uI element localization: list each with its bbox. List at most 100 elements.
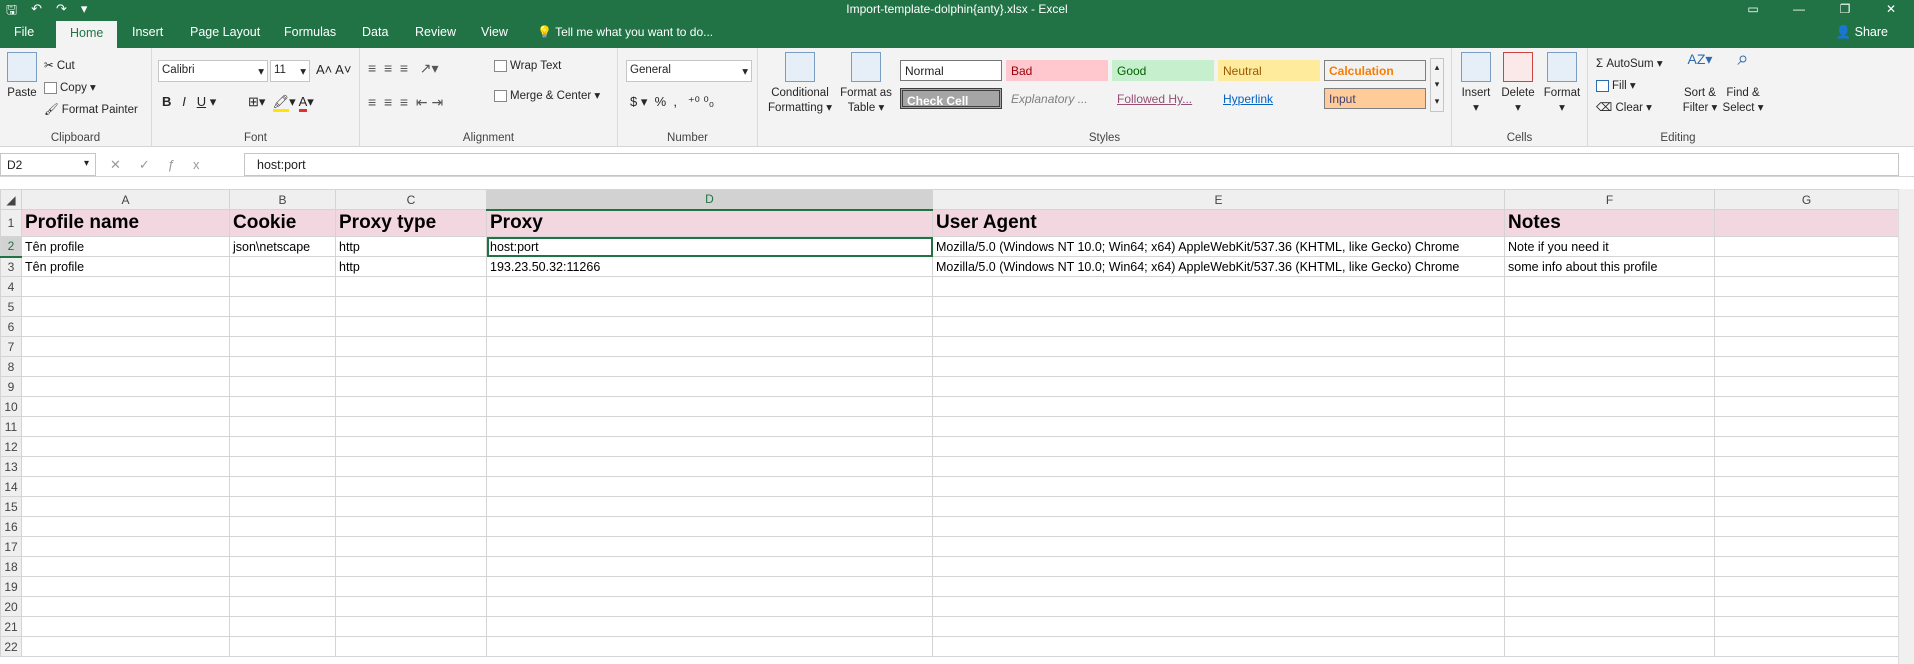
style-hyperlink[interactable]: Hyperlink: [1218, 88, 1320, 109]
copy-button[interactable]: Copy ▾: [44, 80, 96, 94]
cell[interactable]: [486, 436, 933, 457]
restore-icon[interactable]: ❐: [1822, 0, 1868, 18]
cell[interactable]: [486, 596, 933, 617]
row-header[interactable]: 12: [0, 436, 22, 457]
tab-file[interactable]: File: [14, 25, 34, 39]
cell[interactable]: [21, 276, 230, 297]
cell[interactable]: [1504, 436, 1715, 457]
select-all-corner[interactable]: ◢: [0, 189, 22, 210]
cell[interactable]: [335, 396, 487, 417]
format-cells-button[interactable]: Format ▾: [1540, 52, 1584, 116]
minimize-icon[interactable]: —: [1776, 0, 1822, 18]
cell[interactable]: [932, 376, 1505, 397]
tab-review[interactable]: Review: [415, 25, 456, 39]
cell[interactable]: Proxy: [486, 209, 933, 237]
cell[interactable]: [1714, 536, 1899, 557]
cell[interactable]: [1504, 276, 1715, 297]
cell[interactable]: [229, 416, 336, 437]
row-header[interactable]: 21: [0, 616, 22, 637]
format-as-table-button[interactable]: Format as Table ▾: [838, 52, 894, 116]
font-name-select[interactable]: Calibri ▾: [158, 60, 268, 82]
cell[interactable]: [1714, 516, 1899, 537]
row-header[interactable]: 14: [0, 476, 22, 497]
cell[interactable]: [1714, 416, 1899, 437]
cell[interactable]: [335, 296, 487, 317]
tab-formulas[interactable]: Formulas: [284, 25, 336, 39]
formula-buttons-icon[interactable]: ✕✓ƒx: [110, 157, 218, 173]
cell[interactable]: [335, 276, 487, 297]
cell[interactable]: [1504, 576, 1715, 597]
merge-center-button[interactable]: Merge & Center ▾: [494, 88, 600, 102]
cell[interactable]: [486, 576, 933, 597]
row-header[interactable]: 1: [0, 209, 22, 237]
cell[interactable]: Proxy type: [335, 209, 487, 237]
cell[interactable]: [229, 596, 336, 617]
cell[interactable]: [335, 456, 487, 477]
cell[interactable]: [335, 316, 487, 337]
cell[interactable]: Profile name: [21, 209, 230, 237]
cell[interactable]: [486, 456, 933, 477]
cell[interactable]: [1504, 336, 1715, 357]
cell[interactable]: [21, 316, 230, 337]
border-fill-color-icons[interactable]: ⊞▾ 🖍▾ A▾: [248, 94, 314, 112]
cell[interactable]: [335, 496, 487, 517]
cell[interactable]: [335, 616, 487, 637]
cell[interactable]: [335, 356, 487, 377]
row-header[interactable]: 18: [0, 556, 22, 577]
cell[interactable]: [21, 616, 230, 637]
cell[interactable]: [229, 456, 336, 477]
cell[interactable]: [1504, 556, 1715, 577]
cell[interactable]: [21, 356, 230, 377]
cell[interactable]: [932, 336, 1505, 357]
cell[interactable]: [335, 416, 487, 437]
tab-insert[interactable]: Insert: [132, 25, 163, 39]
cell[interactable]: [932, 576, 1505, 597]
cell[interactable]: [486, 516, 933, 537]
row-header[interactable]: 10: [0, 396, 22, 417]
cell[interactable]: [1714, 356, 1899, 377]
cell[interactable]: Tên profile: [21, 256, 230, 277]
cell[interactable]: [932, 436, 1505, 457]
column-header-g[interactable]: G: [1714, 189, 1899, 210]
cell[interactable]: [486, 356, 933, 377]
cell[interactable]: [335, 376, 487, 397]
cell[interactable]: [21, 396, 230, 417]
cell[interactable]: [486, 476, 933, 497]
cell[interactable]: [229, 356, 336, 377]
cell[interactable]: [1504, 496, 1715, 517]
cell[interactable]: [21, 536, 230, 557]
cell[interactable]: Mozilla/5.0 (Windows NT 10.0; Win64; x64…: [932, 256, 1505, 277]
cell[interactable]: [932, 356, 1505, 377]
row-header[interactable]: 20: [0, 596, 22, 617]
cell[interactable]: json\netscape: [229, 236, 336, 257]
cell[interactable]: [229, 556, 336, 577]
cell[interactable]: [932, 516, 1505, 537]
cell[interactable]: [229, 476, 336, 497]
cell[interactable]: [335, 476, 487, 497]
cell[interactable]: [486, 636, 933, 657]
style-input[interactable]: Input: [1324, 88, 1426, 109]
cell[interactable]: Mozilla/5.0 (Windows NT 10.0; Win64; x64…: [932, 236, 1505, 257]
row-header[interactable]: 9: [0, 376, 22, 397]
name-box[interactable]: D2 ▾: [0, 153, 96, 176]
style-check-cell[interactable]: Check Cell: [900, 88, 1002, 109]
cell[interactable]: [229, 296, 336, 317]
styles-gallery-scroll[interactable]: ▴ ▾ ▾: [1430, 58, 1444, 112]
cell[interactable]: [932, 476, 1505, 497]
cell[interactable]: [1504, 456, 1715, 477]
cell[interactable]: [1714, 576, 1899, 597]
autosum-button[interactable]: Σ AutoSum ▾: [1596, 56, 1663, 70]
cell[interactable]: [1714, 236, 1899, 257]
tab-view[interactable]: View: [481, 25, 508, 39]
cell[interactable]: [229, 276, 336, 297]
cell[interactable]: [229, 536, 336, 557]
cell[interactable]: [486, 536, 933, 557]
cell[interactable]: [1504, 516, 1715, 537]
cell[interactable]: [335, 536, 487, 557]
cell[interactable]: [486, 376, 933, 397]
cell[interactable]: [229, 496, 336, 517]
cell[interactable]: [486, 616, 933, 637]
cell[interactable]: [1714, 476, 1899, 497]
cell[interactable]: [335, 436, 487, 457]
cell[interactable]: [1714, 436, 1899, 457]
